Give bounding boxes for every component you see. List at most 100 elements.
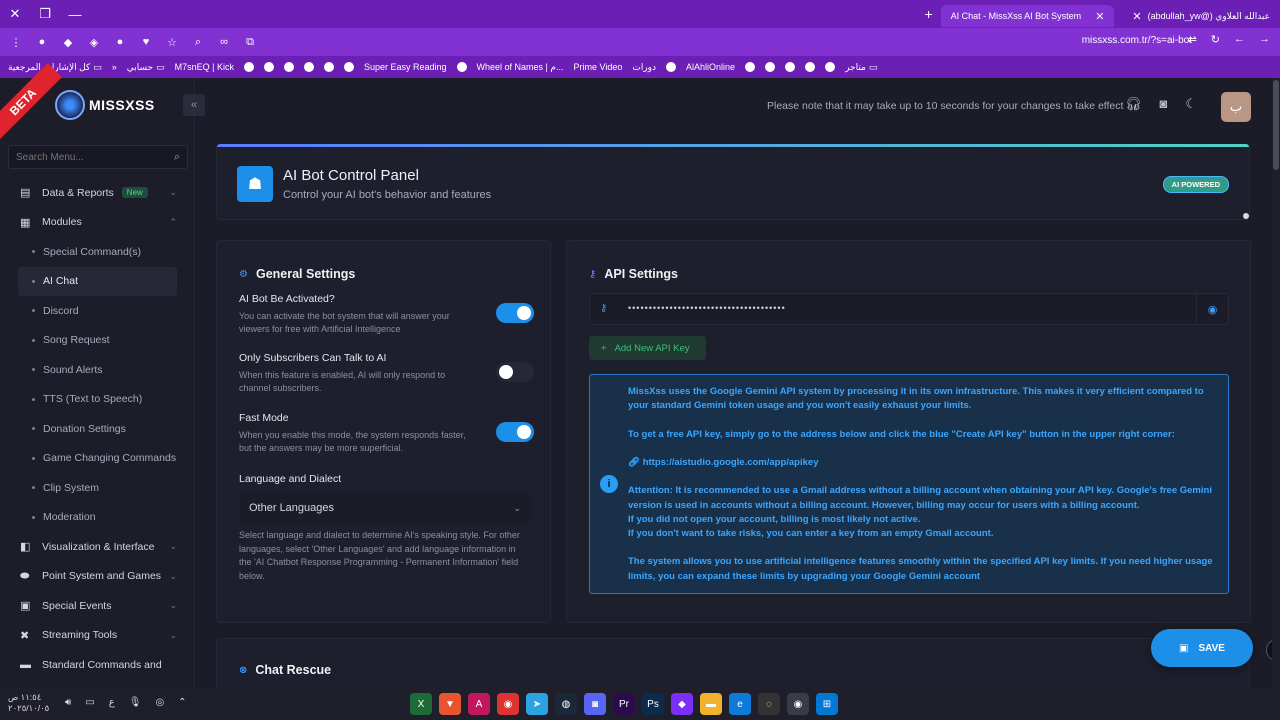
clock[interactable]: ١١:٥٤ ص ٢٠٢٥/١٠/٠٥ xyxy=(8,692,49,714)
bookmark-item[interactable] xyxy=(745,62,756,72)
extension-icon[interactable]: ● xyxy=(112,36,128,48)
sidebar-item-visualization[interactable]: ◧ Visualization & Interface ⌄ xyxy=(0,532,195,562)
bookmark-item[interactable] xyxy=(825,62,836,72)
bookmark-item[interactable] xyxy=(666,62,677,72)
back-icon[interactable]: ← xyxy=(1234,33,1245,46)
sidebar-sub-special-commands[interactable]: Special Command(s) xyxy=(0,237,195,267)
add-api-key-button[interactable]: + Add New API Key xyxy=(589,336,706,360)
url-field[interactable]: missxss.com.tr/?s=ai-bot xyxy=(1082,35,1192,46)
bookmark-item[interactable] xyxy=(283,62,294,72)
discord-icon[interactable]: ◙ xyxy=(1160,96,1168,112)
page-scrollbar[interactable] xyxy=(1272,78,1280,688)
extension-icon[interactable]: ◆ xyxy=(60,36,76,49)
bookmark-item[interactable]: متاجر ▭ xyxy=(845,62,877,73)
excel-icon[interactable]: X xyxy=(410,693,432,715)
bookmark-item[interactable] xyxy=(323,62,334,72)
sidebar-sub-ai-chat[interactable]: AI Chat xyxy=(18,266,177,296)
bookmark-item[interactable] xyxy=(263,62,274,72)
new-tab-icon[interactable]: + xyxy=(916,6,940,22)
sidebar-sub-moderation[interactable]: Moderation xyxy=(0,503,195,533)
extension-icon[interactable]: ◈ xyxy=(86,36,102,49)
api-key-link[interactable]: 🔗︎ https://aistudio.google.com/app/apike… xyxy=(628,456,1218,470)
tab-tiktok[interactable]: ✕ (abdullah_yw@) عبدالله العلاوي xyxy=(1114,5,1280,27)
subscribers-only-toggle[interactable] xyxy=(496,362,534,382)
sidebar-item-streaming-tools[interactable]: ✖ Streaming Tools ⌄ xyxy=(0,621,195,651)
search-menu-input[interactable] xyxy=(16,151,156,163)
close-tab-icon[interactable]: ✕ xyxy=(1095,10,1104,23)
bookmark-item[interactable]: M7snEQ | Kick xyxy=(175,62,234,72)
steam-icon[interactable]: ◍ xyxy=(555,693,577,715)
bookmark-item[interactable]: Prime Video xyxy=(573,62,622,72)
minimize-window-icon[interactable]: — xyxy=(60,0,90,28)
bookmark-item[interactable] xyxy=(456,62,467,72)
extension-icon[interactable]: ∞ xyxy=(216,36,232,48)
bookmark-item[interactable]: Wheel of Names | م... xyxy=(477,62,564,73)
brave-icon[interactable]: ▼ xyxy=(439,693,461,715)
edge-icon[interactable]: e xyxy=(729,693,751,715)
moon-icon[interactable]: ☾ xyxy=(1185,96,1197,112)
sidebar-item-special-events[interactable]: ▣ Special Events ⌄ xyxy=(0,591,195,621)
windows-start-icon[interactable]: ⊞ xyxy=(816,693,838,715)
language-select[interactable]: Other Languages ⌄ xyxy=(239,493,531,523)
sidebar-sub-clip-system[interactable]: Clip System xyxy=(0,473,195,503)
app-icon[interactable]: ◉ xyxy=(497,693,519,715)
close-tab-icon[interactable]: ✕ xyxy=(1132,10,1141,23)
site-settings-icon[interactable]: ⇌ xyxy=(1188,33,1197,46)
language-indicator[interactable]: ع xyxy=(109,697,115,708)
battery-icon[interactable]: ▭ xyxy=(85,697,94,708)
copilot-icon[interactable]: ◎ xyxy=(155,697,164,708)
extension-icon[interactable]: ♥ xyxy=(138,36,154,48)
bookmark-item[interactable] xyxy=(805,62,816,72)
app-icon[interactable]: ◌ xyxy=(758,693,780,715)
fast-mode-toggle[interactable] xyxy=(496,422,534,442)
premiere-icon[interactable]: Pr xyxy=(613,693,635,715)
chrome-icon[interactable]: ◉ xyxy=(787,693,809,715)
bookmark-item[interactable] xyxy=(343,62,354,72)
photoshop-icon[interactable]: Ps xyxy=(642,693,664,715)
headset-icon[interactable]: 🎧︎ xyxy=(1125,96,1142,112)
discord-icon[interactable]: ◙ xyxy=(584,693,606,715)
sidebar-item-standard-commands[interactable]: ▬ Standard Commands and xyxy=(0,650,195,680)
bookmark-item[interactable]: AlAhliOnline xyxy=(686,62,735,72)
bookmark-item[interactable]: حسابي ▭ xyxy=(127,62,165,73)
bookmark-item[interactable] xyxy=(303,62,314,72)
reload-icon[interactable]: ↻ xyxy=(1211,33,1220,46)
sidebar-sub-discord[interactable]: Discord xyxy=(0,296,195,326)
app-icon[interactable]: ◆ xyxy=(671,693,693,715)
sidebar-item-point-system[interactable]: ⬬ Point System and Games ⌄ xyxy=(0,562,195,592)
ai-bot-activated-toggle[interactable] xyxy=(496,303,534,323)
bookmark-star-icon[interactable]: ☆ xyxy=(164,36,180,49)
sidebar-item-modules[interactable]: ▦ Modules ⌃ xyxy=(0,208,195,238)
sidebar-sub-sound-alerts[interactable]: Sound Alerts xyxy=(0,355,195,385)
affinity-icon[interactable]: A xyxy=(468,693,490,715)
share-icon[interactable]: ⧉ xyxy=(242,36,258,49)
bookmark-item[interactable] xyxy=(765,62,776,72)
sidebar-sub-donation-settings[interactable]: Donation Settings xyxy=(0,414,195,444)
close-window-icon[interactable]: ✕ xyxy=(0,0,30,28)
avatar[interactable]: ب xyxy=(1221,92,1251,122)
sidebar-item-data-reports[interactable]: ▤ Data & Reports New ⌄ xyxy=(0,178,195,208)
api-key-field[interactable]: ⚷ ••••••••••••••••••••••••••••••••••••••… xyxy=(589,293,1229,325)
forward-icon[interactable]: → xyxy=(1259,33,1270,46)
sidebar-sub-tts[interactable]: TTS (Text to Speech) xyxy=(0,385,195,415)
extension-icon[interactable]: ● xyxy=(34,36,50,48)
tab-ai-chat[interactable]: AI Chat - MissXss AI Bot System ✕ xyxy=(940,5,1115,27)
bookmark-item[interactable] xyxy=(785,62,796,72)
search-icon[interactable]: ⌕ xyxy=(174,151,180,164)
save-button[interactable]: ▣ SAVE xyxy=(1151,629,1253,667)
file-explorer-icon[interactable]: ▬ xyxy=(700,693,722,715)
sidebar-sub-game-changing[interactable]: Game Changing Commands xyxy=(0,444,195,474)
logo[interactable]: MISSXSS xyxy=(55,90,155,120)
bookmark-item[interactable] xyxy=(243,62,254,72)
bookmarks-overflow-icon[interactable]: » xyxy=(112,62,117,72)
menu-icon[interactable]: ⋮ xyxy=(8,36,24,49)
telegram-icon[interactable]: ➤ xyxy=(526,693,548,715)
zoom-icon[interactable]: ⌕ xyxy=(190,36,206,49)
sidebar-sub-song-request[interactable]: Song Request xyxy=(0,326,195,356)
microphone-icon[interactable]: 🎙︎ xyxy=(129,697,142,708)
restore-window-icon[interactable]: ❐ xyxy=(30,0,60,28)
tray-chevron-icon[interactable]: ⌃ xyxy=(178,697,186,708)
bookmark-item[interactable]: دورات xyxy=(632,62,656,73)
collapse-sidebar-button[interactable]: « xyxy=(183,94,205,116)
eye-icon[interactable]: ◉ xyxy=(1196,294,1228,324)
